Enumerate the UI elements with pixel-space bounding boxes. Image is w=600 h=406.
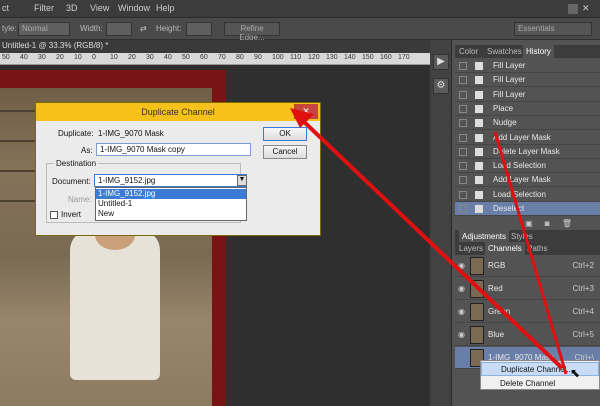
annotation-arrows xyxy=(290,108,568,375)
annotation-arrow-upper xyxy=(298,116,564,370)
arrow-head-upper xyxy=(290,108,314,128)
